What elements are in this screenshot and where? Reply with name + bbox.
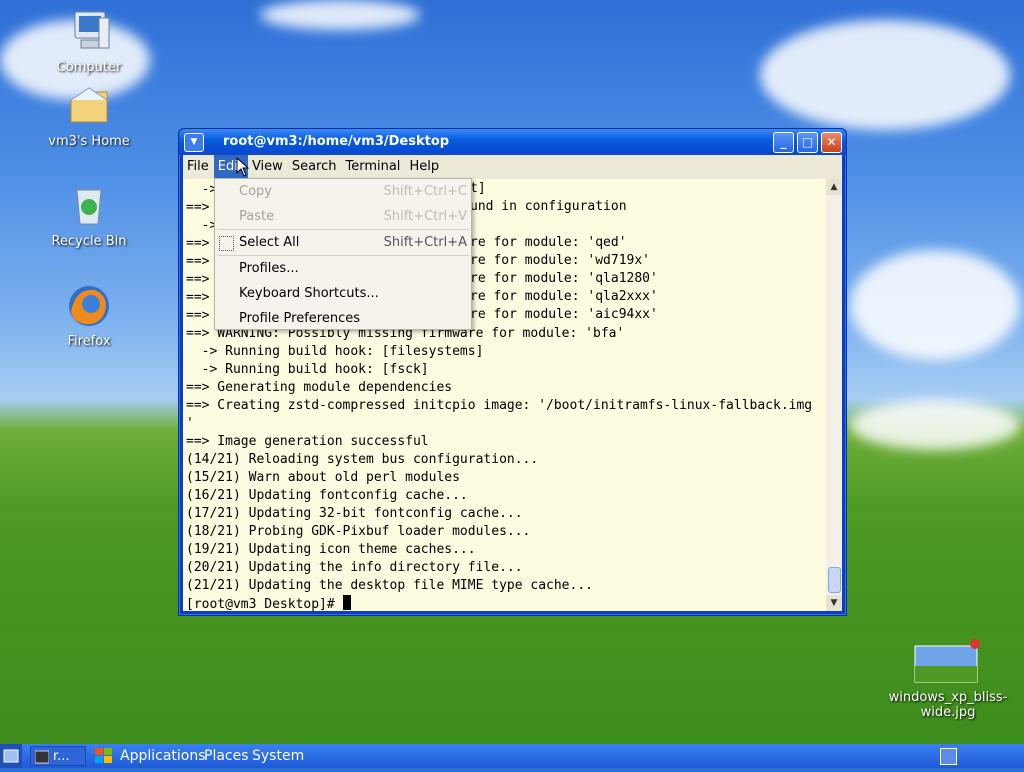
- places-menu[interactable]: Places: [204, 747, 249, 765]
- desktop-icon-label: windows_xp_bliss-wide.jpg: [888, 690, 1008, 720]
- terminal-line-fragment: [470, 216, 658, 234]
- cloud: [850, 400, 1020, 450]
- menu-item-profiles[interactable]: Profiles...: [215, 256, 471, 281]
- terminal-line: ==> Generating module dependencies: [186, 380, 453, 395]
- menu-item-select-all[interactable]: Select All Shift+Ctrl+A: [215, 230, 471, 255]
- terminal-line: (20/21) Updating the info directory file…: [186, 560, 523, 575]
- mouse-pointer-icon: [236, 157, 250, 177]
- computer-icon: [65, 8, 113, 56]
- menu-item-shortcut: Shift+Ctrl+V: [383, 209, 467, 224]
- window-title: root@vm3:/home/vm3/Desktop: [223, 134, 450, 149]
- terminal-line: -> Running build hook: [fsck]: [186, 362, 429, 377]
- terminal-prompt: [root@vm3 Desktop]#: [186, 595, 826, 611]
- terminal-line: (21/21) Updating the desktop file MIME t…: [186, 578, 593, 593]
- desktop-icon-recycle-bin[interactable]: Recycle Bin: [41, 182, 137, 249]
- scrollbar[interactable]: ▲ ▼: [826, 179, 842, 611]
- terminal-line: -> Running build hook: [filesystems]: [186, 344, 484, 359]
- cloud: [850, 250, 1020, 360]
- home-folder-icon: [65, 82, 113, 130]
- terminal-line: ==> Creating zstd-compressed initcpio im…: [186, 398, 813, 413]
- menu-item-label: Copy: [239, 184, 272, 199]
- edit-menu-dropdown: Copy Shift+Ctrl+C Paste Shift+Ctrl+V Sel…: [214, 178, 472, 330]
- terminal-icon: [35, 750, 49, 764]
- windows-logo-icon: [95, 748, 112, 763]
- window-menu-button[interactable]: ▼: [184, 133, 204, 152]
- system-menu[interactable]: System: [252, 747, 304, 765]
- close-button[interactable]: ✕: [821, 132, 842, 153]
- desktop-icon-bliss-image[interactable]: windows_xp_bliss-wide.jpg: [886, 636, 1010, 720]
- desktop-icon-label: Recycle Bin: [51, 234, 127, 249]
- select-all-icon: [219, 236, 234, 251]
- minimize-button[interactable]: _: [773, 132, 794, 153]
- terminal-partial-text: t] und in configuration re for module: 'q…: [470, 180, 658, 324]
- terminal-line-fragment: re for module: 'qed': [470, 235, 627, 250]
- menu-item-label: Profiles...: [239, 261, 299, 276]
- terminal-line: ': [186, 416, 194, 431]
- menu-item-label: Profile Preferences: [239, 311, 361, 326]
- terminal-line-fragment: re for module: 'aic94xx': [470, 307, 658, 322]
- menu-item-shortcut: Shift+Ctrl+C: [383, 184, 467, 199]
- menu-view[interactable]: View: [248, 155, 288, 179]
- menu-item-keyboard-shortcuts[interactable]: Keyboard Shortcuts...: [215, 281, 471, 306]
- firefox-icon: [65, 282, 113, 330]
- terminal-line-fragment: re for module: 'qla1280': [470, 271, 658, 286]
- taskbar-window-label: r...: [53, 749, 70, 764]
- terminal-line-fragment: re for module: 'wd719x': [470, 253, 651, 268]
- desktop-icon-label: vm3's Home: [48, 134, 130, 149]
- terminal-line: (15/21) Warn about old perl modules: [186, 470, 460, 485]
- show-desktop-button[interactable]: [0, 744, 22, 768]
- scroll-up-button[interactable]: ▲: [826, 179, 842, 195]
- menu-item-profile-preferences[interactable]: Profile Preferences: [215, 306, 471, 331]
- menu-item-label: Keyboard Shortcuts...: [239, 286, 379, 301]
- menu-terminal[interactable]: Terminal: [341, 155, 405, 179]
- text-cursor: [342, 595, 351, 610]
- terminal-line-fragment: t]: [470, 181, 486, 196]
- desktop-icon-label: Computer: [56, 60, 122, 75]
- window-titlebar[interactable]: ▼ root@vm3:/home/vm3/Desktop _ □ ✕: [179, 129, 846, 155]
- menubar: File Edit View Search Terminal Help: [183, 155, 842, 179]
- desktop-icon-computer[interactable]: Computer: [41, 8, 137, 75]
- menu-item-shortcut: Shift+Ctrl+A: [383, 235, 467, 250]
- taskbar: r... Applications Places System: [0, 744, 1024, 768]
- menu-item-label: Paste: [239, 209, 275, 224]
- terminal-line: (18/21) Probing GDK-Pixbuf loader module…: [186, 524, 531, 539]
- terminal-line: (16/21) Updating fontconfig cache...: [186, 488, 468, 503]
- menu-help[interactable]: Help: [405, 155, 444, 179]
- terminal-line-fragment: re for module: 'qla2xxx': [470, 289, 658, 304]
- taskbar-window-button[interactable]: r...: [30, 746, 86, 766]
- menu-item-copy[interactable]: Copy Shift+Ctrl+C: [215, 179, 471, 204]
- cloud: [760, 20, 1010, 130]
- menu-item-paste[interactable]: Paste Shift+Ctrl+V: [215, 204, 471, 229]
- maximize-button[interactable]: □: [797, 132, 818, 153]
- scroll-down-button[interactable]: ▼: [826, 595, 842, 611]
- scrollbar-thumb[interactable]: [828, 567, 841, 593]
- menu-file[interactable]: File: [183, 155, 214, 179]
- desktop-icon-firefox[interactable]: Firefox: [41, 282, 137, 349]
- cloud: [260, 0, 420, 30]
- desktop-icon-label: Firefox: [67, 334, 111, 349]
- desktop-icon-home[interactable]: vm3's Home: [41, 82, 137, 149]
- menu-item-label: Select All: [239, 235, 300, 250]
- workspace-switcher[interactable]: [940, 748, 957, 765]
- recycle-bin-icon: [65, 182, 113, 230]
- terminal-line: (14/21) Reloading system bus configurati…: [186, 452, 539, 467]
- image-file-icon: [913, 636, 983, 686]
- terminal-line: (19/21) Updating icon theme caches...: [186, 542, 476, 557]
- applications-menu[interactable]: Applications: [120, 747, 206, 765]
- menu-search[interactable]: Search: [288, 155, 342, 179]
- terminal-line: ==> Image generation successful: [186, 434, 429, 449]
- terminal-line: (17/21) Updating 32-bit fontconfig cache…: [186, 506, 523, 521]
- terminal-line-fragment: und in configuration: [470, 199, 627, 214]
